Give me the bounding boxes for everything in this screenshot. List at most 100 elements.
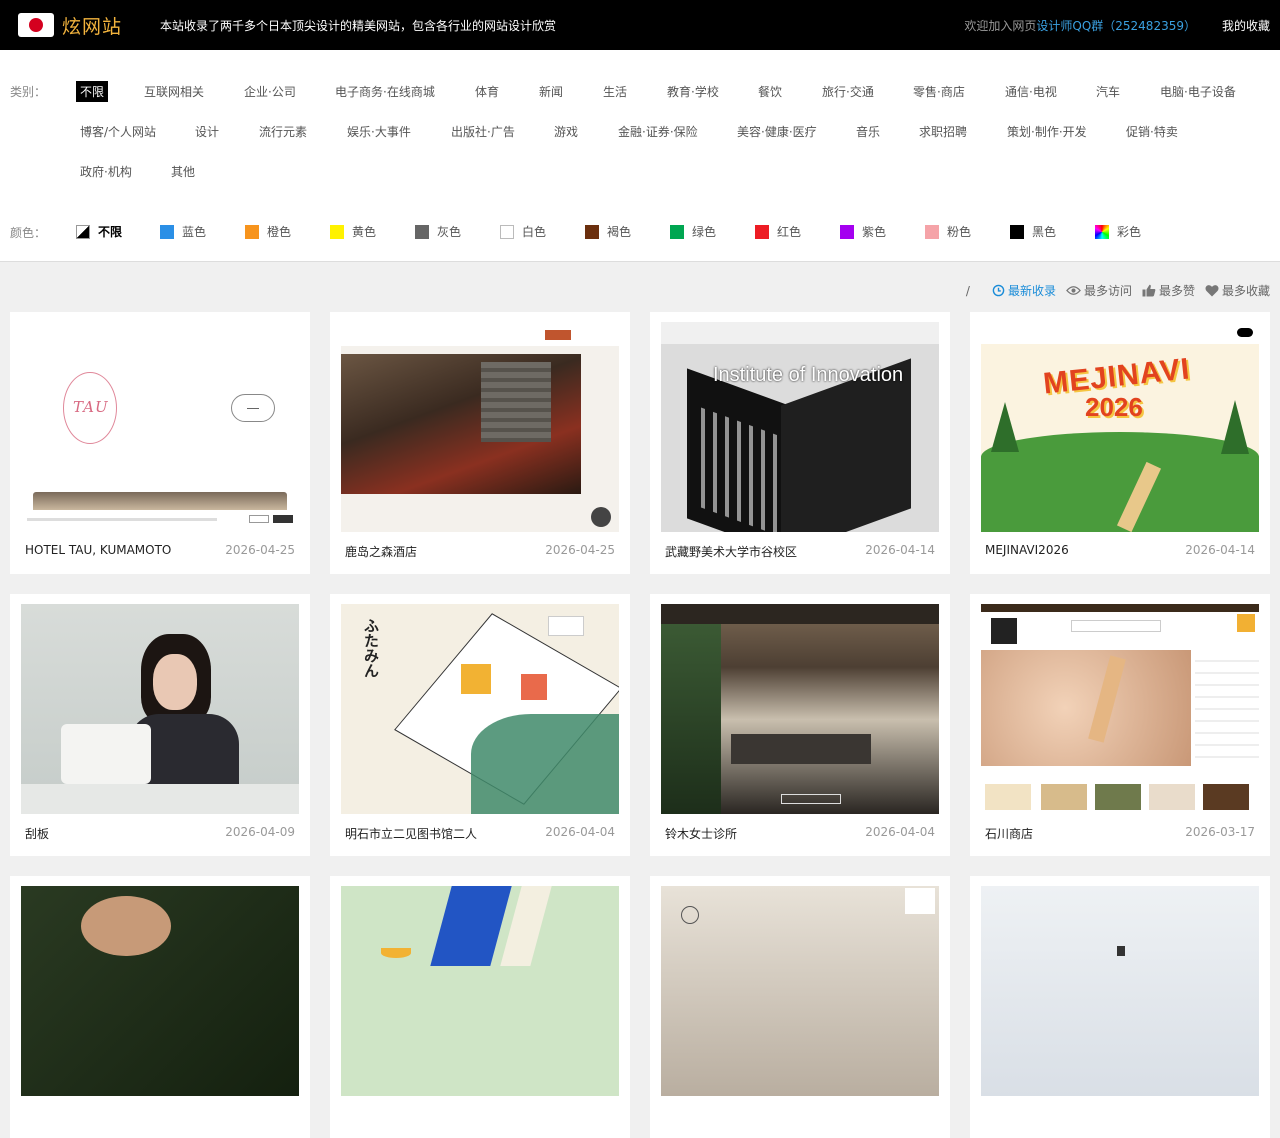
category-item[interactable]: 音乐 xyxy=(856,123,880,140)
tree-left xyxy=(991,402,1019,452)
site-name[interactable]: MEJINAVI2026 xyxy=(985,543,1069,557)
site-thumbnail[interactable] xyxy=(981,604,1259,814)
site-thumbnail[interactable] xyxy=(661,886,939,1096)
site-card[interactable]: 铃木女士诊所 2026-04-04 xyxy=(650,594,950,856)
site-nav xyxy=(981,322,1259,344)
logo-text: 炫网站 xyxy=(62,15,123,38)
site-name[interactable]: 铃木女士诊所 xyxy=(665,825,737,842)
color-swatch xyxy=(76,224,90,239)
color-filter-yellow[interactable]: 黄色 xyxy=(330,223,376,240)
category-item[interactable]: 体育 xyxy=(475,83,499,100)
site-logo[interactable]: 炫网站 xyxy=(18,12,122,39)
color-filter-purple[interactable]: 紫色 xyxy=(840,223,886,240)
site-date: 2026-04-25 xyxy=(225,543,295,557)
brand-badge xyxy=(905,888,935,914)
category-item[interactable]: 博客/个人网站 xyxy=(80,123,156,140)
category-item[interactable]: 促销·特卖 xyxy=(1126,123,1178,140)
category-item[interactable]: 流行元素 xyxy=(259,123,307,140)
site-thumbnail[interactable]: MEJINAVI 2026 xyxy=(981,322,1259,532)
sort-newest[interactable]: 最新收录 xyxy=(992,282,1056,299)
category-item[interactable]: 汽车 xyxy=(1096,83,1120,100)
category-item[interactable]: 生活 xyxy=(603,83,627,100)
site-name[interactable]: 鹿岛之森酒店 xyxy=(345,543,417,560)
qq-group-link[interactable]: 设计师QQ群（252482359） xyxy=(1036,17,1196,34)
category-item[interactable]: 娱乐·大事件 xyxy=(347,123,411,140)
site-card[interactable] xyxy=(330,876,630,1138)
sort-most-liked[interactable]: 最多赞 xyxy=(1142,282,1195,299)
category-item[interactable]: 金融·证券·保险 xyxy=(618,123,698,140)
site-thumbnail[interactable] xyxy=(21,604,299,814)
product-tile xyxy=(1149,784,1195,810)
category-item[interactable]: 其他 xyxy=(171,163,195,180)
site-nav xyxy=(661,604,939,624)
color-filter-gray[interactable]: 灰色 xyxy=(415,223,461,240)
site-card[interactable]: ふたみん 明石市立二见图书馆二人 2026-04-04 xyxy=(330,594,630,856)
category-item[interactable]: 策划·制作·开发 xyxy=(1007,123,1087,140)
category-item[interactable]: 求职招聘 xyxy=(919,123,967,140)
color-filter-pink[interactable]: 粉色 xyxy=(925,223,971,240)
site-name[interactable]: 武藏野美术大学市谷校区 xyxy=(665,543,797,560)
site-thumbnail[interactable]: ふたみん xyxy=(341,604,619,814)
category-item[interactable]: 出版社·广告 xyxy=(451,123,515,140)
site-name[interactable]: 刮板 xyxy=(25,825,49,842)
small-button xyxy=(249,515,269,523)
sort-most-visited[interactable]: 最多访问 xyxy=(1066,282,1132,299)
japan-flag-icon xyxy=(18,13,54,37)
category-item[interactable]: 餐饮 xyxy=(758,83,782,100)
category-item[interactable]: 旅行·交通 xyxy=(822,83,874,100)
site-thumbnail[interactable] xyxy=(341,886,619,1096)
site-card[interactable]: 刮板 2026-04-09 xyxy=(10,594,310,856)
color-filter-blue[interactable]: 蓝色 xyxy=(160,223,206,240)
category-item[interactable]: 企业·公司 xyxy=(244,83,296,100)
color-swatch xyxy=(840,224,854,239)
site-card[interactable] xyxy=(650,876,950,1138)
category-item[interactable]: 新闻 xyxy=(539,83,563,100)
site-nav xyxy=(661,322,939,344)
category-item[interactable]: 电子商务·在线商城 xyxy=(335,83,435,100)
site-card[interactable] xyxy=(10,876,310,1138)
site-name[interactable]: 石川商店 xyxy=(985,825,1033,842)
site-card[interactable]: Institute of Innovation 武藏野美术大学市谷校区 2026… xyxy=(650,312,950,574)
hotel-photo-strip xyxy=(33,492,287,510)
site-card[interactable]: 鹿岛之森酒店 2026-04-25 xyxy=(330,312,630,574)
site-card[interactable]: 石川商店 2026-03-17 xyxy=(970,594,1270,856)
site-thumbnail[interactable]: Institute of Innovation xyxy=(661,322,939,532)
category-all[interactable]: 不限 xyxy=(76,81,109,102)
site-card[interactable]: TAU HOTEL TAU, KUMAMOTO 2026-04-25 xyxy=(10,312,310,574)
site-thumbnail[interactable] xyxy=(981,886,1259,1096)
red-block xyxy=(521,674,547,700)
site-name[interactable]: HOTEL TAU, KUMAMOTO xyxy=(25,543,171,557)
category-item[interactable]: 教育·学校 xyxy=(667,83,719,100)
color-filter-multicolor[interactable]: 彩色 xyxy=(1095,223,1141,240)
category-item[interactable]: 电脑·电子设备 xyxy=(1160,83,1236,100)
my-favorites-link[interactable]: 我的收藏 xyxy=(1222,17,1270,34)
sort-most-favorited[interactable]: 最多收藏 xyxy=(1205,282,1270,299)
color-filter-green[interactable]: 绿色 xyxy=(670,223,716,240)
hand-photo xyxy=(81,896,171,956)
shop-logo xyxy=(991,618,1017,644)
site-thumbnail[interactable] xyxy=(21,886,299,1096)
category-item[interactable]: 政府·机构 xyxy=(80,163,132,180)
color-filter-red[interactable]: 红色 xyxy=(755,223,801,240)
category-item[interactable]: 游戏 xyxy=(554,123,578,140)
site-card[interactable] xyxy=(970,876,1270,1138)
rice-photo xyxy=(981,650,1191,766)
site-thumbnail[interactable] xyxy=(661,604,939,814)
arrow-line xyxy=(247,408,259,409)
welcome-text: 欢迎加入网页 xyxy=(964,18,1037,33)
color-filter-white[interactable]: 白色 xyxy=(500,223,546,240)
site-thumbnail[interactable]: TAU xyxy=(21,322,299,532)
category-item[interactable]: 美容·健康·医疗 xyxy=(737,123,817,140)
category-item[interactable]: 零售·商店 xyxy=(913,83,965,100)
color-filter-all[interactable]: 不限 xyxy=(76,223,122,240)
site-name[interactable]: 明石市立二见图书馆二人 xyxy=(345,825,477,842)
color-filter-brown[interactable]: 褐色 xyxy=(585,223,631,240)
site-thumbnail[interactable] xyxy=(341,322,619,532)
small-button xyxy=(273,515,293,523)
category-item[interactable]: 通信·电视 xyxy=(1005,83,1057,100)
category-item[interactable]: 互联网相关 xyxy=(144,83,204,100)
color-filter-black[interactable]: 黑色 xyxy=(1010,223,1056,240)
category-item[interactable]: 设计 xyxy=(195,123,219,140)
site-card[interactable]: MEJINAVI 2026 MEJINAVI2026 2026-04-14 xyxy=(970,312,1270,574)
color-filter-orange[interactable]: 橙色 xyxy=(245,223,291,240)
